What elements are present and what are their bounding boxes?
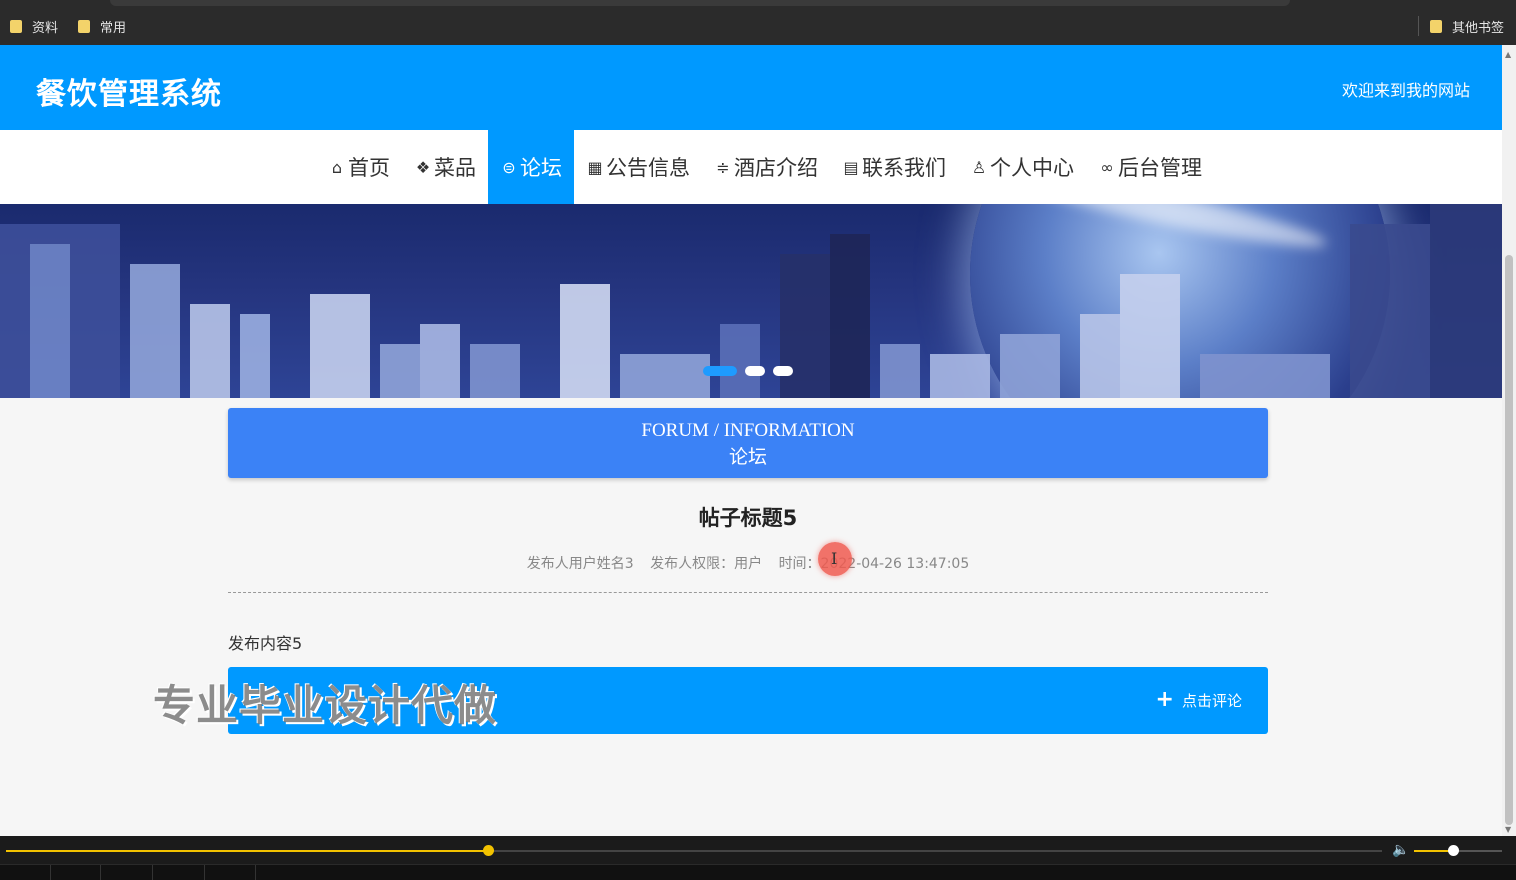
carousel-indicators bbox=[703, 366, 793, 376]
seek-knob[interactable] bbox=[482, 845, 494, 856]
bookmark-label: 资料 bbox=[32, 20, 59, 36]
sliders-icon: ≑ bbox=[716, 157, 730, 177]
post-author: 发布人用户姓名3 bbox=[526, 556, 634, 572]
post-title: 帖子标题5 bbox=[698, 506, 798, 530]
comment-button-label: 点击评论 bbox=[1181, 691, 1242, 710]
watermark-text: 专业毕业设计代做 bbox=[153, 681, 498, 730]
volume-knob[interactable] bbox=[1447, 845, 1459, 856]
nav-items: ⌂ 首页 ❖ 菜品 ⊜ 论坛 ▦ 公告信息 ≑ 酒店介绍 ▤ 联系我们 ♙ 个人… bbox=[316, 130, 1214, 204]
bookmark-folder-ziliao[interactable]: 资料 bbox=[10, 17, 59, 36]
scroll-up-arrow-icon[interactable]: ▲ bbox=[1505, 50, 1511, 59]
bookmarks-bar: 资料 常用 其他书签 bbox=[0, 0, 1516, 45]
welcome-text: 欢迎来到我的网站 bbox=[1341, 81, 1470, 100]
post-divider bbox=[228, 592, 1268, 593]
nav-item-admin[interactable]: ∞ 后台管理 bbox=[1086, 130, 1214, 204]
forum-icon: ⊜ bbox=[502, 157, 516, 177]
seek-progress bbox=[6, 850, 488, 852]
section-header: FORUM / INFORMATION 论坛 bbox=[228, 408, 1268, 478]
site-header: 餐饮管理系统 欢迎来到我的网站 bbox=[0, 45, 1502, 130]
bookmark-folder-changyong[interactable]: 常用 bbox=[78, 17, 127, 36]
cursor-highlight bbox=[818, 542, 852, 576]
nav-item-label: 首页 bbox=[348, 156, 390, 180]
bookmark-label: 常用 bbox=[100, 20, 127, 36]
post-content: 发布内容5 bbox=[228, 634, 303, 653]
control-divider bbox=[100, 865, 101, 880]
folder-icon bbox=[1430, 19, 1442, 33]
nav-item-label: 论坛 bbox=[520, 156, 562, 180]
section-title-zh: 论坛 bbox=[728, 447, 767, 468]
nav-item-home[interactable]: ⌂ 首页 bbox=[316, 130, 402, 204]
nav-item-label: 公告信息 bbox=[606, 156, 690, 180]
user-icon: ♙ bbox=[971, 157, 987, 177]
layers-icon: ❖ bbox=[415, 157, 431, 177]
section-title-en: FORUM / INFORMATION bbox=[641, 420, 855, 441]
nav-item-announcements[interactable]: ▦ 公告信息 bbox=[574, 130, 702, 204]
plus-icon: + bbox=[1155, 687, 1174, 712]
bookmark-separator bbox=[1418, 16, 1419, 36]
carousel-dot-1[interactable] bbox=[703, 366, 737, 376]
page-scrollbar[interactable]: ▲ ▼ bbox=[1502, 45, 1516, 836]
nav-item-label: 联系我们 bbox=[862, 156, 946, 180]
volume-icon[interactable]: 🔈 bbox=[1392, 842, 1409, 858]
control-divider bbox=[204, 865, 205, 880]
player-controls-strip bbox=[0, 864, 1516, 880]
nav-item-contact[interactable]: ▤ 联系我们 bbox=[830, 130, 958, 204]
control-divider bbox=[50, 865, 51, 880]
nav-item-label: 个人中心 bbox=[990, 156, 1074, 180]
scroll-down-arrow-icon[interactable]: ▼ bbox=[1505, 825, 1511, 834]
nav-item-profile[interactable]: ♙ 个人中心 bbox=[958, 130, 1086, 204]
carousel-dot-2[interactable] bbox=[745, 366, 765, 376]
site-title: 餐饮管理系统 bbox=[36, 77, 222, 112]
folder-icon bbox=[10, 19, 22, 33]
address-bar-edge bbox=[110, 0, 1290, 6]
link-icon: ∞ bbox=[1100, 157, 1114, 177]
volume-slider[interactable] bbox=[1414, 845, 1502, 856]
post-time: 时间：2022-04-26 13:47:05 bbox=[778, 556, 970, 572]
post-meta: 发布人用户姓名3 发布人权限：用户 时间：2022-04-26 13:47:05 bbox=[228, 553, 1268, 573]
nav-item-dishes[interactable]: ❖ 菜品 bbox=[402, 130, 488, 204]
comment-button[interactable]: + 点击评论 bbox=[1156, 689, 1242, 711]
post-role: 发布人权限：用户 bbox=[650, 556, 763, 572]
home-icon: ⌂ bbox=[331, 157, 343, 177]
control-divider bbox=[152, 865, 153, 880]
control-divider bbox=[255, 865, 256, 880]
nav-item-hotel-intro[interactable]: ≑ 酒店介绍 bbox=[702, 130, 830, 204]
scroll-thumb[interactable] bbox=[1505, 255, 1513, 825]
volume-level bbox=[1414, 850, 1453, 852]
nav-item-label: 酒店介绍 bbox=[734, 156, 818, 180]
nav-item-label: 菜品 bbox=[434, 156, 476, 180]
other-bookmarks-label: 其他书签 bbox=[1452, 20, 1505, 36]
nav-item-label: 后台管理 bbox=[1118, 156, 1202, 180]
nav-item-forum[interactable]: ⊜ 论坛 bbox=[488, 130, 574, 204]
carousel-dot-3[interactable] bbox=[773, 366, 793, 376]
other-bookmarks[interactable]: 其他书签 bbox=[1430, 17, 1505, 36]
folder-icon bbox=[78, 19, 90, 33]
contact-card-icon: ▤ bbox=[843, 157, 859, 177]
seek-track[interactable] bbox=[6, 845, 1382, 856]
grid-icon: ▦ bbox=[587, 157, 603, 177]
video-player-bar: 🔈 bbox=[0, 836, 1516, 880]
main-nav: ⌂ 首页 ❖ 菜品 ⊜ 论坛 ▦ 公告信息 ≑ 酒店介绍 ▤ 联系我们 ♙ 个人… bbox=[0, 130, 1502, 204]
